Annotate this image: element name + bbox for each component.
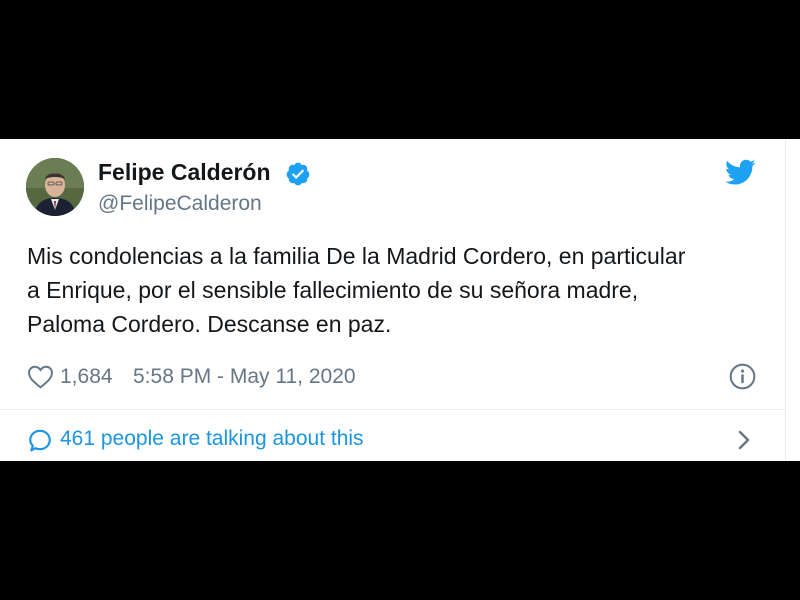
user-handle[interactable]: @FelipeCalderon xyxy=(98,192,262,216)
tweet-text-line: a Enrique, por el sensible fallecimiento… xyxy=(27,277,639,303)
letterbox-top xyxy=(0,0,800,139)
speech-bubble-icon xyxy=(29,429,51,452)
tweet-meta-row: 1,684 5:58 PM - May 11, 2020 xyxy=(27,362,767,392)
twitter-bird-icon[interactable] xyxy=(725,159,756,186)
talking-about-link[interactable]: 461 people are talking about this xyxy=(60,427,364,451)
info-icon[interactable] xyxy=(729,363,756,390)
tweet-timestamp[interactable]: 5:58 PM - May 11, 2020 xyxy=(133,365,356,389)
divider xyxy=(0,409,786,410)
tweet-text-line: Mis condolencias a la familia De la Madr… xyxy=(27,243,686,269)
chevron-right-icon[interactable] xyxy=(736,428,752,452)
display-name[interactable]: Felipe Calderón xyxy=(98,159,271,186)
tweet-card: Felipe Calderón @FelipeCalderon Mis cond… xyxy=(0,139,800,461)
verified-badge-icon xyxy=(286,162,310,186)
letterbox-bottom xyxy=(0,461,800,600)
avatar[interactable] xyxy=(26,158,84,216)
heart-icon[interactable] xyxy=(27,365,54,389)
avatar-photo xyxy=(26,158,84,216)
tweet-text: Mis condolencias a la familia De la Madr… xyxy=(27,239,777,341)
like-count[interactable]: 1,684 xyxy=(60,365,113,389)
tweet-text-line: Paloma Cordero. Descanse en paz. xyxy=(27,311,392,337)
conversation-link[interactable]: 461 people are talking about this xyxy=(27,423,767,455)
tweet-card-inner: Felipe Calderón @FelipeCalderon Mis cond… xyxy=(0,139,786,461)
